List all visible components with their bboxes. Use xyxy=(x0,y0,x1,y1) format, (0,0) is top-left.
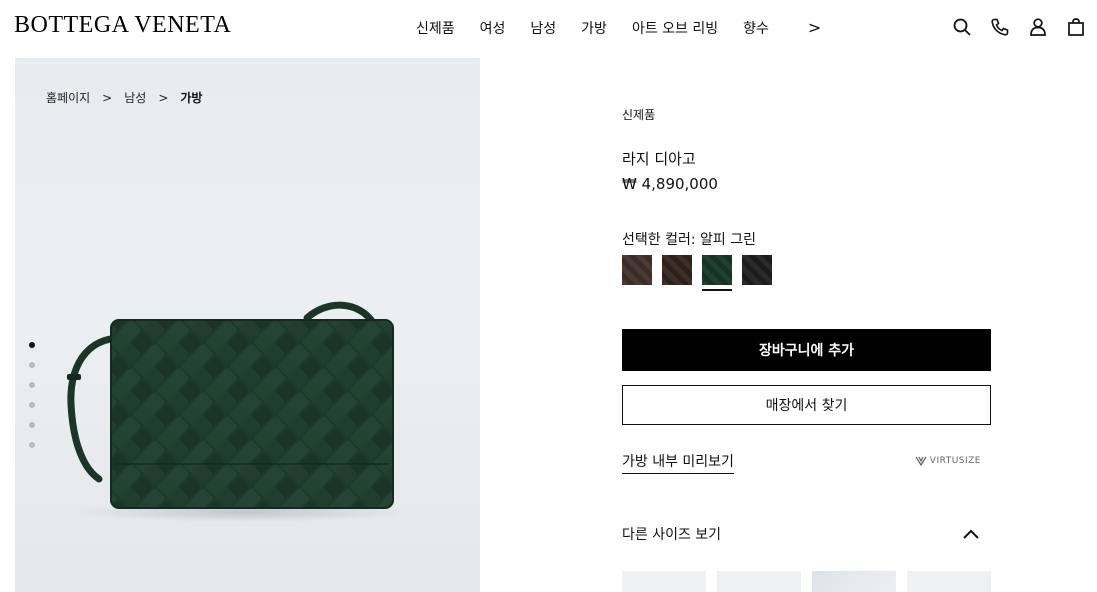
gallery-pagination xyxy=(29,342,35,462)
breadcrumb: 홈페이지 > 남성 > 가방 xyxy=(46,89,202,106)
selected-color-label: 선택한 컬러: 알피 그린 xyxy=(622,232,756,248)
gallery-dot[interactable] xyxy=(29,382,35,388)
other-sizes-list xyxy=(622,571,1002,592)
virtusize-badge: VIRTUSIZE xyxy=(915,456,981,466)
nav-next-arrow[interactable]: > xyxy=(808,18,821,38)
swatch-green[interactable] xyxy=(702,255,732,291)
account-icon[interactable] xyxy=(1027,16,1049,38)
search-icon[interactable] xyxy=(951,16,973,38)
breadcrumb-home[interactable]: 홈페이지 xyxy=(46,89,90,106)
breadcrumb-bags: 가방 xyxy=(180,91,203,105)
header-actions xyxy=(935,16,1087,38)
nav-item-fragrance[interactable]: 향수 xyxy=(743,18,769,38)
nav-item-men[interactable]: 남성 xyxy=(530,18,556,38)
phone-icon[interactable] xyxy=(989,16,1011,38)
find-in-store-button[interactable]: 매장에서 찾기 xyxy=(622,385,991,425)
new-arrival-label: 신제품 xyxy=(622,108,656,122)
breadcrumb-men[interactable]: 남성 xyxy=(124,89,146,106)
product-image-bag xyxy=(67,301,399,522)
size-thumbnail[interactable] xyxy=(907,571,991,592)
selected-swatch-indicator xyxy=(702,289,732,291)
size-thumbnail[interactable] xyxy=(812,571,896,592)
swatch-dark-brown[interactable] xyxy=(622,255,652,285)
bag-interior-preview-link[interactable]: 가방 내부 미리보기 xyxy=(622,451,734,474)
gallery-dot[interactable] xyxy=(29,342,35,348)
nav-item-art-of-living[interactable]: 아트 오브 리빙 xyxy=(632,18,718,38)
other-sizes-toggle[interactable]: 다른 사이즈 보기 xyxy=(622,524,991,544)
size-thumbnail[interactable] xyxy=(717,571,801,592)
gallery-dot[interactable] xyxy=(29,362,35,368)
gallery-dot[interactable] xyxy=(29,422,35,428)
breadcrumb-separator: > xyxy=(158,90,169,105)
chevron-up-icon xyxy=(963,529,979,539)
virtusize-text: VIRTUSIZE xyxy=(929,456,981,466)
nav-item-bags[interactable]: 가방 xyxy=(581,18,607,38)
gallery-dot[interactable] xyxy=(29,402,35,408)
product-name: 라지 디아고 xyxy=(622,150,696,168)
nav-item-women[interactable]: 여성 xyxy=(480,18,506,38)
product-price: ₩ 4,890,000 xyxy=(622,175,718,193)
color-swatches xyxy=(622,255,782,291)
shopping-bag-icon[interactable] xyxy=(1065,16,1087,38)
nav-item-new[interactable]: 신제품 xyxy=(416,18,455,38)
add-to-cart-button[interactable]: 장바구니에 추가 xyxy=(622,329,991,371)
breadcrumb-separator: > xyxy=(102,90,113,105)
other-sizes-title: 다른 사이즈 보기 xyxy=(622,527,722,543)
swatch-black[interactable] xyxy=(742,255,772,285)
gallery-dot[interactable] xyxy=(29,442,35,448)
brand-logo[interactable]: BOTTEGA VENETA xyxy=(14,12,231,39)
product-gallery[interactable]: 홈페이지 > 남성 > 가방 xyxy=(15,58,480,592)
main-nav: 신제품 여성 남성 가방 아트 오브 리빙 향수 > xyxy=(416,18,821,38)
swatch-brown[interactable] xyxy=(662,255,692,285)
size-thumbnail[interactable] xyxy=(622,571,706,592)
site-header: BOTTEGA VENETA 신제품 여성 남성 가방 아트 오브 리빙 향수 … xyxy=(0,0,1097,56)
virtusize-icon xyxy=(915,456,927,466)
